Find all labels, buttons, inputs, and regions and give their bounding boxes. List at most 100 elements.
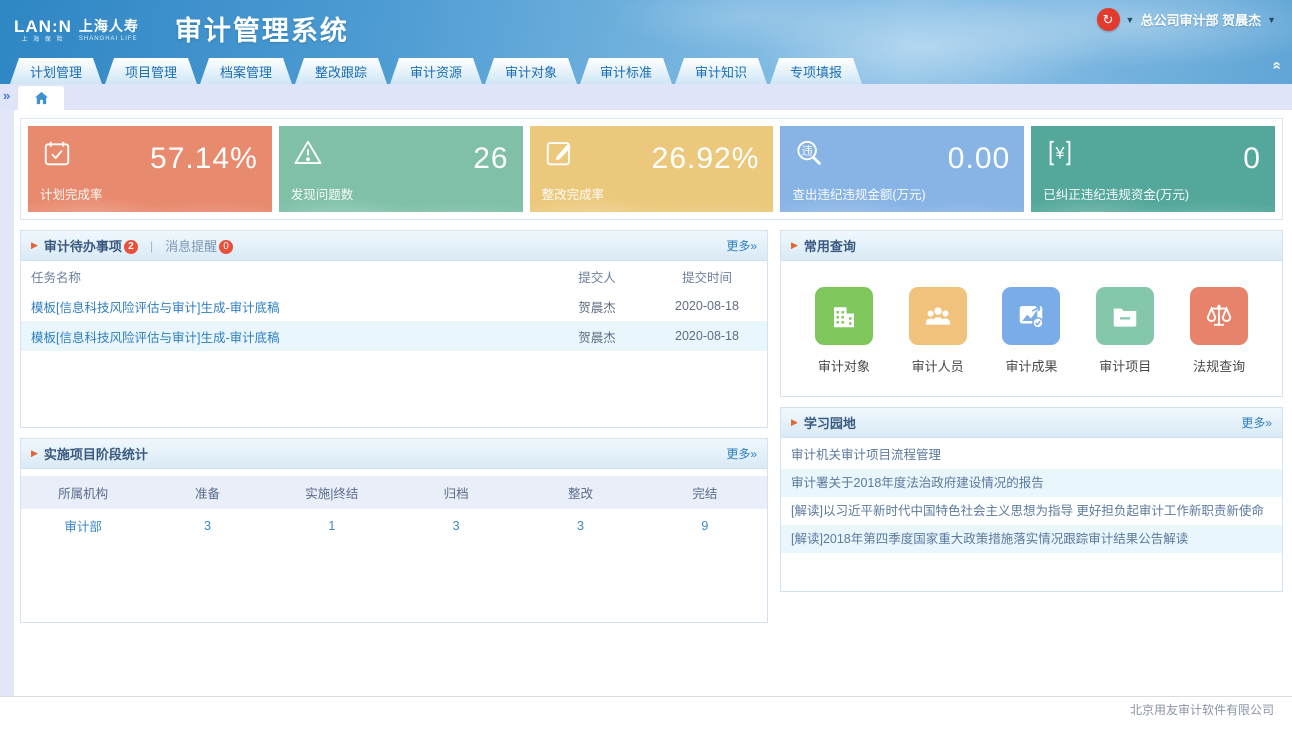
tab-audit-objects[interactable]: 审计对象 [485, 58, 577, 84]
stat-value: 0.00 [948, 142, 1010, 176]
task-link[interactable]: 模板[信息科技风险评估与审计]生成-审计底稿 [31, 301, 280, 315]
stage-count-rectify[interactable]: 3 [577, 519, 584, 533]
stat-value: 0 [1243, 142, 1261, 176]
svg-text:违: 违 [802, 144, 813, 157]
panel-arrow-icon: ▶ [791, 240, 798, 251]
message-count-badge: 0 [219, 240, 233, 254]
query-audit-personnel[interactable]: 审计人员 [909, 287, 967, 375]
panel-arrow-icon: ▶ [31, 240, 38, 251]
learning-article-link[interactable]: [解读]2018年第四季度国家重大政策措施落实情况跟踪审计结果公告解读 [781, 525, 1282, 553]
logo-brand-subtext: 上 海 保 险 [14, 37, 72, 43]
tab-audit-resources[interactable]: 审计资源 [390, 58, 482, 84]
panel-arrow-icon: ▶ [31, 448, 38, 459]
tab-archive-management[interactable]: 档案管理 [200, 58, 292, 84]
panel-learning-garden: ▶ 学习园地 更多» 审计机关审计项目流程管理 审计署关于2018年度法治政府建… [780, 407, 1283, 592]
chevron-down-icon: ▼ [1126, 15, 1135, 25]
collapsed-sidebar-strip[interactable] [0, 110, 14, 696]
logo-company-name: 上海人寿 [79, 19, 139, 33]
todo-more-link[interactable]: 更多» [726, 237, 757, 254]
query-audit-objects[interactable]: 审计对象 [815, 287, 873, 375]
learning-article-link[interactable]: 审计署关于2018年度法治政府建设情况的报告 [781, 469, 1282, 497]
col-rectification: 整改 [518, 476, 642, 509]
stage-count-impl[interactable]: 1 [328, 519, 335, 533]
folder-icon [1110, 301, 1140, 331]
tab-audit-knowledge[interactable]: 审计知识 [675, 58, 767, 84]
learning-article-link[interactable]: [解读]以习近平新时代中国特色社会主义思想为指导 更好担负起审计工作新职责新使命 [781, 497, 1282, 525]
stat-label: 发现问题数 [291, 184, 354, 203]
col-completion: 完结 [643, 476, 767, 509]
tab-message-reminder[interactable]: 消息提醒0 [165, 236, 233, 255]
task-submitter: 贺晨杰 [547, 321, 647, 351]
query-audit-results[interactable]: 审计成果 [1002, 287, 1060, 375]
chevron-down-icon: ▼ [1267, 15, 1276, 25]
stat-label: 整改完成率 [542, 184, 605, 203]
stat-card-corrected-funds[interactable]: ¥ 0 已纠正违纪违规资金(万元) [1031, 126, 1275, 212]
query-tile-label: 审计对象 [815, 356, 873, 375]
col-preparation: 准备 [145, 476, 269, 509]
logo-company-name-en: SHANGHAI LIFE [79, 36, 139, 42]
stat-card-plan-completion[interactable]: 57.14% 计划完成率 [28, 126, 272, 212]
people-icon [922, 301, 954, 331]
expand-sidebar-icon[interactable]: » [3, 88, 10, 103]
chart-check-icon [1016, 301, 1046, 331]
query-tile-label: 审计项目 [1096, 356, 1154, 375]
user-menu[interactable]: 总公司审计部 贺晨杰 [1140, 10, 1261, 29]
svg-text:¥: ¥ [1055, 145, 1066, 163]
home-icon [34, 91, 49, 105]
query-tile-label: 法规查询 [1190, 356, 1248, 375]
notification-icon[interactable]: ↻ [1097, 8, 1120, 31]
stat-value: 57.14% [150, 142, 258, 176]
divider: | [150, 239, 153, 253]
stage-more-link[interactable]: 更多» [726, 445, 757, 462]
collapse-up-icon[interactable]: » [1268, 61, 1283, 69]
tab-audit-todo[interactable]: 审计待办事项2 [44, 236, 138, 255]
footer: 北京用友审计软件有限公司 [0, 696, 1292, 722]
warning-triangle-icon [293, 138, 323, 168]
tab-special-reporting[interactable]: 专项填报 [770, 58, 862, 84]
tab-rectification-tracking[interactable]: 整改跟踪 [295, 58, 387, 84]
tab-audit-standards[interactable]: 审计标准 [580, 58, 672, 84]
stat-card-violation-amount[interactable]: 违 0.00 查出违纪违规金额(万元) [780, 126, 1024, 212]
panel-stage-statistics: ▶ 实施项目阶段统计 更多» 所属机构 准备 实施|终结 归档 整改 [20, 438, 768, 623]
query-tile-label: 审计成果 [1002, 356, 1060, 375]
query-regulations[interactable]: 法规查询 [1190, 287, 1248, 375]
stat-label: 查出违纪违规金额(万元) [792, 184, 925, 203]
tab-plan-management[interactable]: 计划管理 [10, 58, 102, 84]
breadcrumb: » [0, 84, 1292, 110]
calendar-check-icon [42, 138, 72, 168]
violation-search-icon: 违 [794, 138, 824, 168]
table-row: 模板[信息科技风险评估与审计]生成-审计底稿 贺晨杰 2020-08-18 [21, 321, 767, 351]
query-audit-projects[interactable]: 审计项目 [1096, 287, 1154, 375]
task-submitter: 贺晨杰 [547, 291, 647, 321]
learning-article-link[interactable]: 审计机关审计项目流程管理 [781, 441, 1282, 469]
table-row: 审计部 3 1 3 3 9 [21, 509, 767, 542]
col-submitter: 提交人 [547, 261, 647, 291]
query-panel-title: 常用查询 [804, 236, 856, 255]
stage-panel-title: 实施项目阶段统计 [44, 444, 148, 463]
stage-count-prep[interactable]: 3 [204, 519, 211, 533]
col-task-name: 任务名称 [21, 261, 547, 291]
building-icon [829, 301, 859, 331]
stage-count-archive[interactable]: 3 [453, 519, 460, 533]
col-implementation: 实施|终结 [270, 476, 394, 509]
query-tile-label: 审计人员 [909, 356, 967, 375]
edit-icon [544, 138, 574, 168]
panel-audit-todo: ▶ 审计待办事项2 | 消息提醒0 更多» 任务名称 [20, 230, 768, 428]
tab-home[interactable] [18, 86, 64, 110]
stat-label: 计划完成率 [40, 184, 103, 203]
company-logo: LAN:N 上 海 保 险 上海人寿 SHANGHAI LIFE [14, 18, 139, 43]
learning-more-link[interactable]: 更多» [1241, 414, 1272, 431]
stat-card-problems-found[interactable]: 26 发现问题数 [279, 126, 523, 212]
stat-label: 已纠正违纪违规资金(万元) [1043, 184, 1189, 203]
stage-count-done[interactable]: 9 [701, 519, 708, 533]
stat-value: 26 [473, 142, 508, 176]
todo-count-badge: 2 [124, 240, 138, 254]
tab-project-management[interactable]: 项目管理 [105, 58, 197, 84]
task-link[interactable]: 模板[信息科技风险评估与审计]生成-审计底稿 [31, 331, 280, 345]
org-link[interactable]: 审计部 [64, 520, 102, 534]
scales-icon [1204, 301, 1234, 331]
panel-common-queries: ▶ 常用查询 [780, 230, 1283, 397]
table-row: 模板[信息科技风险评估与审计]生成-审计底稿 贺晨杰 2020-08-18 [21, 291, 767, 321]
col-organization: 所属机构 [21, 476, 145, 509]
stat-card-rectification-completion[interactable]: 26.92% 整改完成率 [530, 126, 774, 212]
